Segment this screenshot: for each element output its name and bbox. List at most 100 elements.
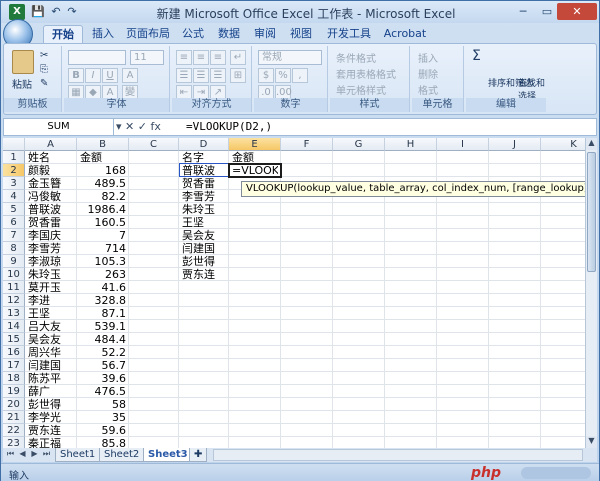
formula-input[interactable]: =VLOOKUP(D2,): [186, 119, 272, 135]
comma-button[interactable]: ,: [292, 68, 308, 83]
first-sheet-icon[interactable]: ⏮: [5, 449, 16, 461]
row-header-3[interactable]: 3: [3, 177, 25, 190]
cell-a21[interactable]: 李学光: [28, 411, 74, 424]
tab-developer[interactable]: 开发工具: [323, 25, 375, 43]
column-header-f[interactable]: F: [281, 138, 333, 151]
zoom-slider[interactable]: [521, 467, 591, 479]
excel-logo-icon[interactable]: X: [9, 4, 25, 20]
conditional-format-button[interactable]: 条件格式: [336, 50, 376, 65]
undo-icon[interactable]: ↶: [49, 5, 63, 19]
cut-icon[interactable]: ✂: [40, 50, 48, 61]
column-header-d[interactable]: D: [179, 138, 229, 151]
cell-b18[interactable]: 39.6: [80, 372, 127, 385]
row-header-8[interactable]: 8: [3, 242, 25, 255]
cell-a13[interactable]: 王坚: [28, 307, 74, 320]
tab-data[interactable]: 数据: [211, 25, 247, 43]
cell-a23[interactable]: 秦正福: [28, 437, 74, 448]
vertical-scrollbar[interactable]: ▲ ▼: [585, 138, 597, 448]
cell-b11[interactable]: 41.6: [80, 281, 127, 294]
cell-a5[interactable]: 普联波: [28, 203, 74, 216]
font-name-box[interactable]: [68, 50, 126, 65]
tab-review[interactable]: 审阅: [247, 25, 283, 43]
cell-b13[interactable]: 87.1: [80, 307, 127, 320]
align-bottom-icon[interactable]: ≡: [210, 50, 226, 65]
percent-button[interactable]: %: [275, 68, 291, 83]
cell-b21[interactable]: 35: [80, 411, 126, 424]
row-header-21[interactable]: 21: [3, 411, 25, 424]
insert-sheet-icon[interactable]: ✚: [189, 448, 207, 462]
horizontal-scrollbar[interactable]: [213, 449, 583, 461]
merge-icon[interactable]: ⊞: [230, 68, 246, 83]
cell-b23[interactable]: 85.8: [80, 437, 127, 448]
row-header-14[interactable]: 14: [3, 320, 25, 333]
cell-a16[interactable]: 周兴华: [28, 346, 74, 359]
cell-a7[interactable]: 李国庆: [28, 229, 74, 242]
cell-b16[interactable]: 52.2: [80, 346, 127, 359]
cell-a15[interactable]: 吴会友: [28, 333, 74, 346]
sheet-tab-3[interactable]: Sheet3: [143, 448, 193, 462]
bold-button[interactable]: B: [68, 68, 84, 83]
align-middle-icon[interactable]: ≡: [193, 50, 209, 65]
column-header-k[interactable]: K: [541, 138, 585, 151]
align-left-icon[interactable]: ☰: [176, 68, 192, 83]
cell-d4[interactable]: 李雪芳: [182, 190, 226, 203]
select-all-corner[interactable]: [3, 138, 25, 151]
cell-a2[interactable]: 颜毅: [28, 164, 74, 177]
cell-a8[interactable]: 李雪芳: [28, 242, 74, 255]
row-header-16[interactable]: 16: [3, 346, 25, 359]
column-header-c[interactable]: C: [129, 138, 179, 151]
align-center-icon[interactable]: ☰: [193, 68, 209, 83]
row-header-13[interactable]: 13: [3, 307, 25, 320]
copy-icon[interactable]: ⎘: [40, 64, 48, 75]
cell-b10[interactable]: 263: [80, 268, 126, 281]
column-header-i[interactable]: I: [437, 138, 489, 151]
grow-font-button[interactable]: A: [122, 68, 138, 83]
cell-a14[interactable]: 吕大友: [28, 320, 74, 333]
cell-d5[interactable]: 朱玲玉: [182, 203, 226, 216]
save-icon[interactable]: 💾: [31, 5, 45, 19]
cell-b22[interactable]: 59.6: [80, 424, 127, 437]
format-cells-button[interactable]: 格式: [418, 82, 438, 97]
cell-b7[interactable]: 7: [80, 229, 126, 242]
cell-b2[interactable]: 168: [80, 164, 126, 177]
active-cell-e2[interactable]: [228, 163, 282, 178]
autosum-button[interactable]: Σ: [472, 48, 481, 64]
cell-d3[interactable]: 贺香雷: [182, 177, 226, 190]
redo-icon[interactable]: ↷: [65, 5, 79, 19]
cell-b3[interactable]: 489.5: [80, 177, 127, 190]
cell-a3[interactable]: 金玉簪: [28, 177, 74, 190]
row-header-7[interactable]: 7: [3, 229, 25, 242]
scroll-down-icon[interactable]: ▼: [586, 436, 597, 448]
column-header-h[interactable]: H: [385, 138, 437, 151]
cell-a19[interactable]: 薛广: [28, 385, 74, 398]
row-header-2[interactable]: 2: [3, 164, 25, 177]
cell-d8[interactable]: 闫建国: [182, 242, 226, 255]
cell-a1[interactable]: 姓名: [28, 151, 74, 164]
cell-a6[interactable]: 贺香雷: [28, 216, 74, 229]
maximize-button[interactable]: ▭: [535, 3, 559, 20]
column-header-b[interactable]: B: [77, 138, 129, 151]
row-header-9[interactable]: 9: [3, 255, 25, 268]
row-header-12[interactable]: 12: [3, 294, 25, 307]
tab-formulas[interactable]: 公式: [175, 25, 211, 43]
row-header-22[interactable]: 22: [3, 424, 25, 437]
cell-a17[interactable]: 闫建国: [28, 359, 74, 372]
close-button[interactable]: ✕: [557, 3, 597, 20]
cell-b5[interactable]: 1986.4: [80, 203, 127, 216]
row-header-20[interactable]: 20: [3, 398, 25, 411]
row-header-11[interactable]: 11: [3, 281, 25, 294]
cell-a4[interactable]: 冯俊敏: [28, 190, 74, 203]
row-header-10[interactable]: 10: [3, 268, 25, 281]
minimize-button[interactable]: ─: [511, 3, 535, 20]
format-painter-icon[interactable]: ✎: [40, 78, 48, 89]
cell-b19[interactable]: 476.5: [80, 385, 127, 398]
cell-b17[interactable]: 56.7: [80, 359, 127, 372]
cell-d6[interactable]: 王坚: [182, 216, 226, 229]
cell-b14[interactable]: 539.1: [80, 320, 127, 333]
align-right-icon[interactable]: ☰: [210, 68, 226, 83]
next-sheet-icon[interactable]: ▶: [29, 449, 40, 461]
sheet-tab-2[interactable]: Sheet2: [99, 448, 145, 462]
tab-home[interactable]: 开始: [43, 25, 83, 43]
cell-d7[interactable]: 吴会友: [182, 229, 226, 242]
row-header-1[interactable]: 1: [3, 151, 25, 164]
